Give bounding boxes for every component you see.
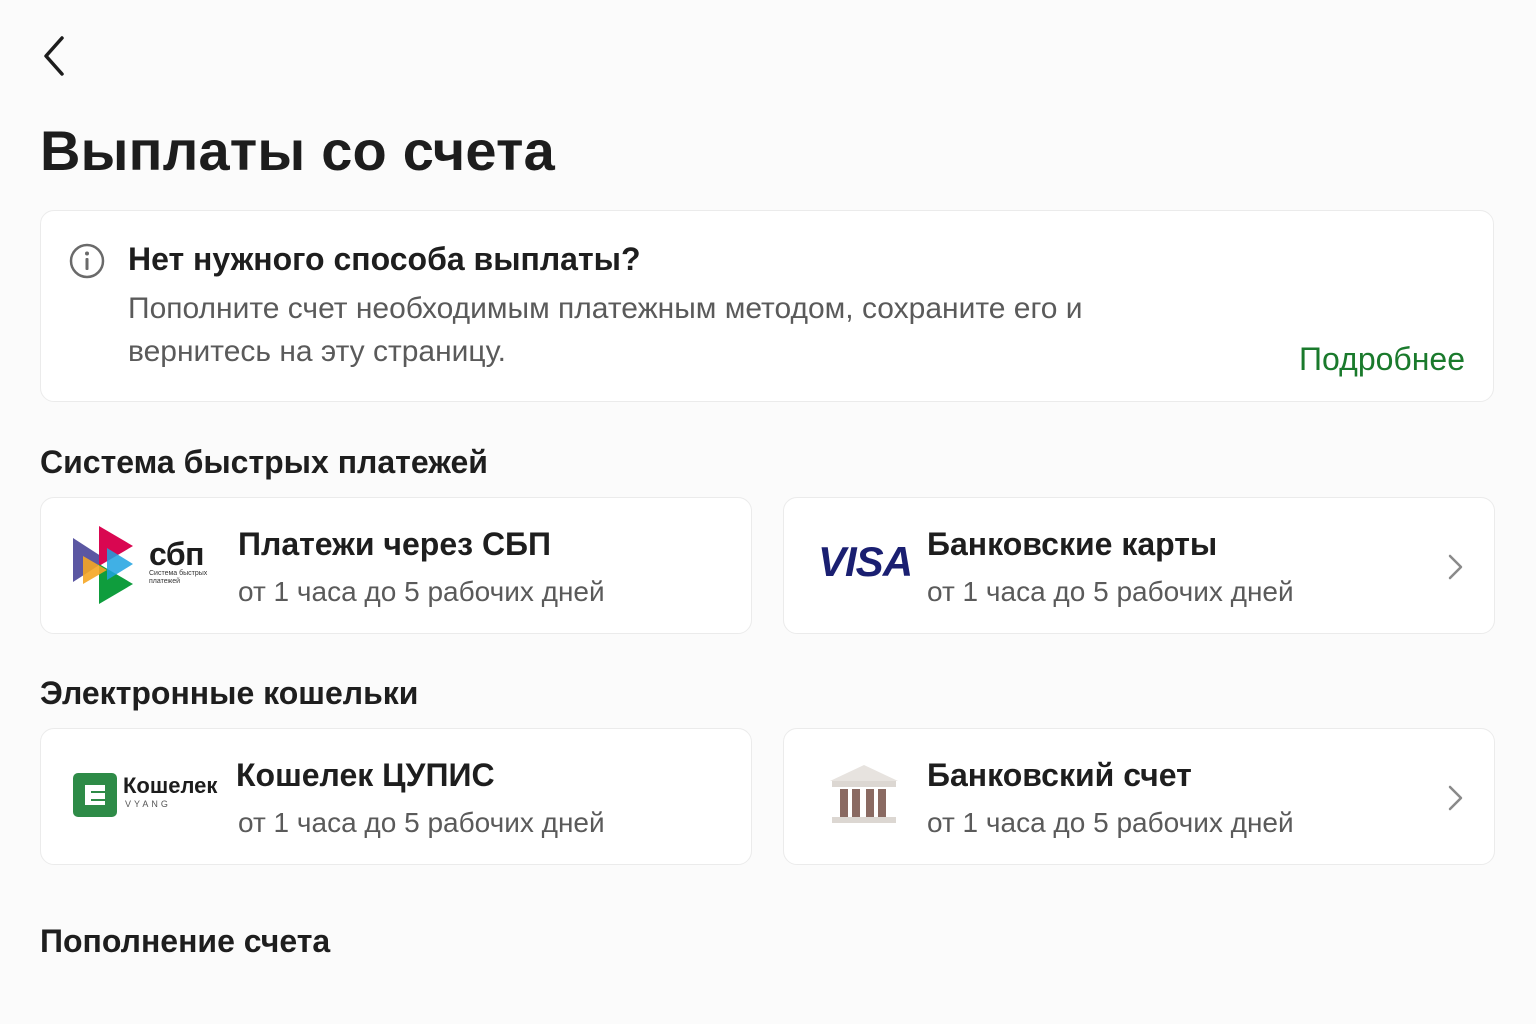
method-name: Банковские карты (927, 526, 1218, 562)
visa-logo: VISA (818, 538, 913, 585)
method-time: от 1 часа до 5 рабочих дней (238, 807, 605, 838)
wallet-logo-icon (73, 773, 117, 817)
method-time: от 1 часа до 5 рабочих дней (927, 576, 1294, 607)
more-info-link[interactable]: Подробнее (1299, 341, 1465, 378)
chevron-left-icon (44, 36, 64, 76)
wallet-logo-subtext: VYANG (125, 799, 171, 809)
method-time: от 1 часа до 5 рабочих дней (927, 807, 1294, 838)
method-time: от 1 часа до 5 рабочих дней (238, 576, 605, 607)
section-title-topup: Пополнение счета (40, 923, 331, 959)
sbp-logo-subtext: Система быстрых платежей (149, 570, 208, 585)
page-title: Выплаты со счета (40, 119, 555, 182)
info-banner: Нет нужного способа выплаты? Пополните с… (40, 210, 1494, 402)
method-card-sbp[interactable]: сбп Система быстрых платежей Платежи чер… (40, 497, 752, 634)
method-name: Банковский счет (927, 757, 1192, 793)
method-card-bank-account[interactable]: Банковский счет от 1 часа до 5 рабочих д… (783, 728, 1495, 865)
method-name: Платежи через СБП (238, 526, 552, 562)
sbp-logo-text: сбп (149, 536, 204, 572)
info-icon (69, 243, 105, 279)
wallet-logo-text: Кошелек (123, 773, 218, 798)
info-text: Пополните счет необходимым платежным мет… (128, 292, 1083, 368)
section-title-ewallets: Электронные кошельки (40, 675, 419, 711)
method-card-wallet[interactable]: Кошелек VYANG Кошелек ЦУПИС от 1 часа до… (40, 728, 752, 865)
info-title: Нет нужного способа выплаты? (128, 241, 641, 277)
sbp-logo-icon (73, 526, 133, 604)
chevron-right-icon (1448, 554, 1463, 580)
chevron-right-icon (1448, 785, 1463, 811)
back-button[interactable] (34, 32, 74, 80)
method-card-bank-cards[interactable]: VISA Банковские карты от 1 часа до 5 раб… (783, 497, 1495, 634)
bank-icon (830, 765, 898, 823)
method-name: Кошелек ЦУПИС (236, 757, 495, 793)
section-title-fast-payments: Система быстрых платежей (40, 444, 488, 480)
